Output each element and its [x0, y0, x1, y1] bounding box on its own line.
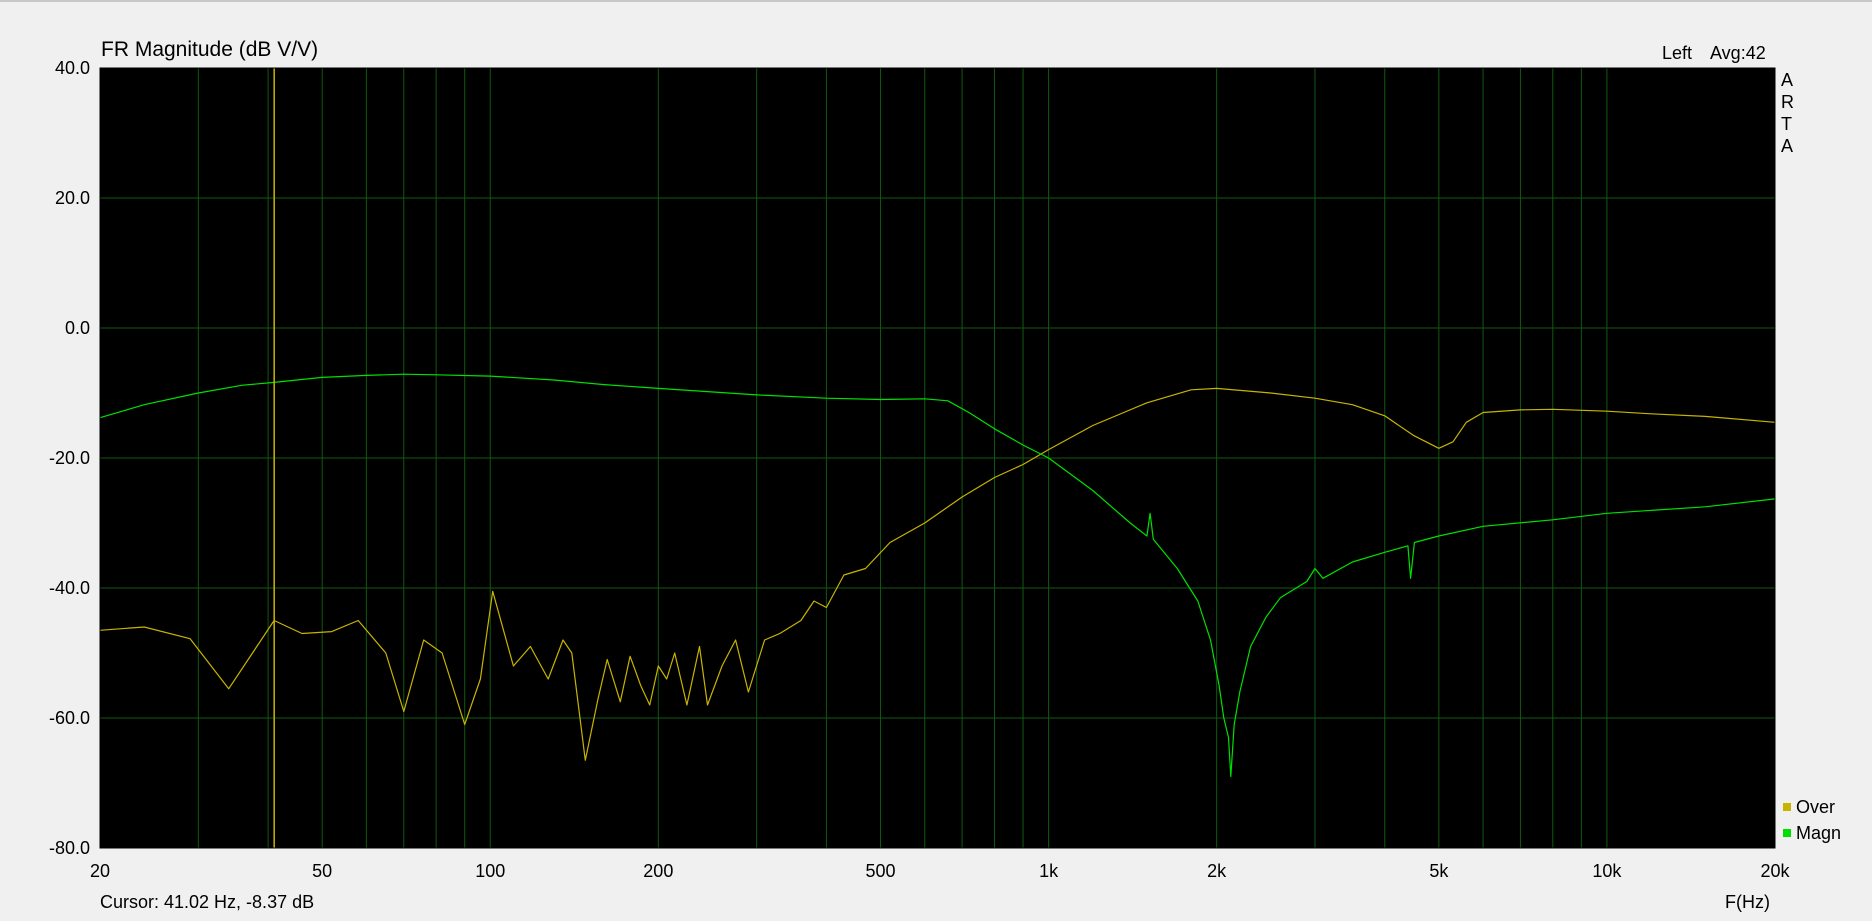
x-tick-label: 1k — [1039, 861, 1059, 881]
brand-letter: T — [1781, 114, 1792, 134]
fr-magnitude-chart: 40.0 20.0 0.0 -20.0 -40.0 -60.0 -80.0 20 50 100 2… — [0, 0, 1872, 921]
y-tick-label: -20.0 — [49, 448, 90, 468]
x-tick-label: 500 — [865, 861, 895, 881]
y-tick-label: 0.0 — [65, 318, 90, 338]
y-tick-label: -60.0 — [49, 708, 90, 728]
channel-label: Left — [1662, 43, 1692, 63]
y-tick-label: 40.0 — [55, 58, 90, 78]
chart-title: FR Magnitude (dB V/V) — [101, 38, 318, 61]
top-strip — [0, 0, 1872, 2]
x-tick-label: 20k — [1760, 861, 1790, 881]
x-tick-label: 10k — [1592, 861, 1622, 881]
y-tick-label: 20.0 — [55, 188, 90, 208]
avg-label: Avg:42 — [1710, 43, 1766, 63]
y-tick-label: -80.0 — [49, 838, 90, 858]
x-axis-label: F(Hz) — [1725, 892, 1770, 912]
legend-swatch-over — [1783, 803, 1791, 811]
x-tick-label: 200 — [643, 861, 673, 881]
legend-label-over: Over — [1796, 797, 1835, 817]
cursor-readout: Cursor: 41.02 Hz, -8.37 dB — [100, 892, 314, 912]
y-tick-label: -40.0 — [49, 578, 90, 598]
brand-letter: R — [1781, 92, 1794, 112]
x-tick-label: 2k — [1207, 861, 1227, 881]
legend-label-magn: Magn — [1796, 823, 1841, 843]
legend-swatch-magn — [1783, 829, 1791, 837]
x-tick-label: 5k — [1429, 861, 1449, 881]
x-tick-label: 20 — [90, 861, 110, 881]
brand-letter: A — [1781, 136, 1793, 156]
x-tick-label: 50 — [312, 861, 332, 881]
x-tick-label: 100 — [475, 861, 505, 881]
brand-letter: A — [1781, 70, 1793, 90]
